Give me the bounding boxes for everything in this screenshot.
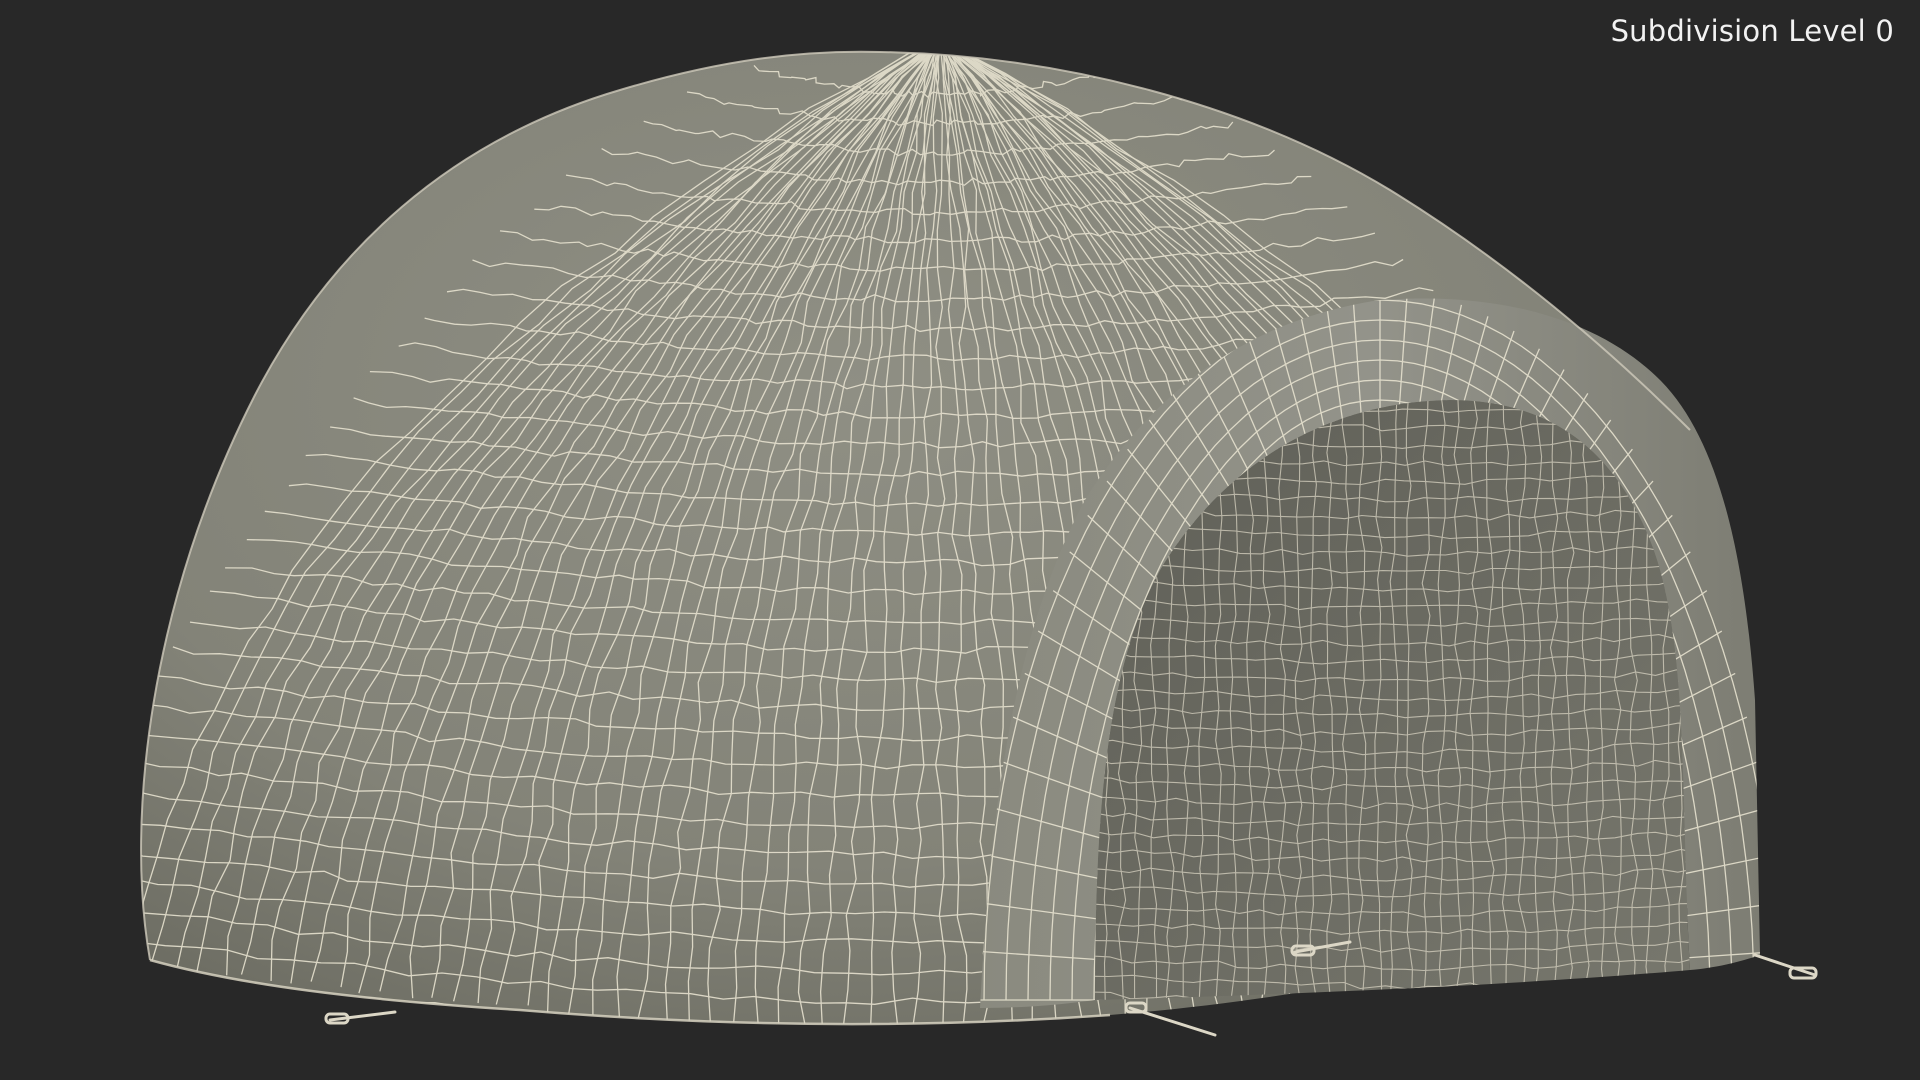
tent-render <box>140 50 1818 1037</box>
viewport: Subdivision Level 0 <box>0 0 1920 1080</box>
subdivision-level-label: Subdivision Level 0 <box>1610 14 1894 48</box>
